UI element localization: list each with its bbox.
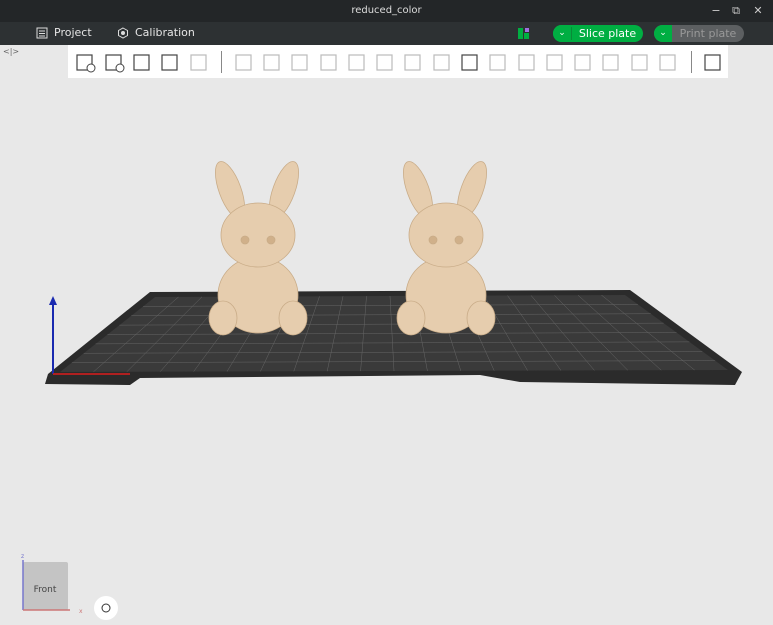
toolbar-separator	[690, 50, 692, 73]
measure-o-icon[interactable]	[598, 48, 625, 76]
print-plate-label: Print plate	[679, 27, 737, 40]
text-icon[interactable]	[457, 48, 484, 76]
slice-plate-button[interactable]: ⌄ Slice plate	[553, 25, 643, 42]
tab-project-label: Project	[54, 26, 92, 39]
lay-on-face-icon[interactable]	[315, 48, 342, 76]
variable-layer-icon[interactable]	[570, 48, 597, 76]
color-paint-icon[interactable]	[428, 48, 455, 76]
bunny-model	[396, 161, 496, 336]
boolean-icon[interactable]	[372, 48, 399, 76]
scale-icon[interactable]	[287, 48, 314, 76]
restore-button[interactable]: ⧉	[728, 3, 744, 19]
view-cube-label: Front	[34, 585, 57, 595]
chevron-down-icon[interactable]: ⌄	[654, 25, 672, 42]
axis-x-label: x	[79, 608, 83, 615]
axis-z-label: z	[21, 553, 24, 560]
bunny-model	[208, 161, 308, 336]
toolbar-separator	[221, 50, 223, 73]
layers-icon[interactable]	[185, 48, 212, 76]
move-icon[interactable]	[230, 48, 257, 76]
tab-calibration-label: Calibration	[135, 26, 195, 39]
tab-project[interactable]: Project	[36, 26, 92, 39]
add-object-icon[interactable]	[72, 48, 99, 76]
split-parts-icon[interactable]	[700, 48, 727, 76]
fix-model-icon[interactable]	[541, 48, 568, 76]
zoom-fit-button	[94, 596, 118, 620]
calibration-icon	[118, 26, 128, 39]
emboss-icon[interactable]	[485, 48, 512, 76]
slice-plate-label: Slice plate	[571, 27, 643, 40]
title-bar: reduced_color − ⧉ ✕	[0, 0, 773, 22]
cut-icon[interactable]	[343, 48, 370, 76]
layout-icon[interactable]	[518, 28, 529, 39]
measure-p-icon[interactable]	[626, 48, 653, 76]
print-plate-button[interactable]: ⌄ Print plate	[654, 25, 744, 42]
auto-orient-icon[interactable]	[129, 48, 156, 76]
assembly-icon[interactable]	[513, 48, 540, 76]
minimize-button[interactable]: −	[708, 3, 724, 19]
collapse-sidebar-icon[interactable]: <|>	[3, 47, 19, 56]
tab-calibration[interactable]: Calibration	[117, 26, 195, 39]
menu-bar: Project Calibration ⌄ Slice plate ⌄ Prin…	[0, 22, 773, 45]
3d-viewport[interactable]: Front z x	[0, 78, 773, 625]
ruler-icon[interactable]	[655, 48, 682, 76]
arrange-icon[interactable]	[157, 48, 184, 76]
support-paint-icon[interactable]	[400, 48, 427, 76]
add-plate-icon[interactable]	[100, 48, 127, 76]
window-title: reduced_color	[351, 5, 422, 16]
rotate-icon[interactable]	[259, 48, 286, 76]
chevron-down-icon[interactable]: ⌄	[553, 25, 571, 42]
project-icon	[36, 27, 48, 38]
toolbar	[68, 45, 728, 78]
close-button[interactable]: ✕	[750, 3, 766, 19]
